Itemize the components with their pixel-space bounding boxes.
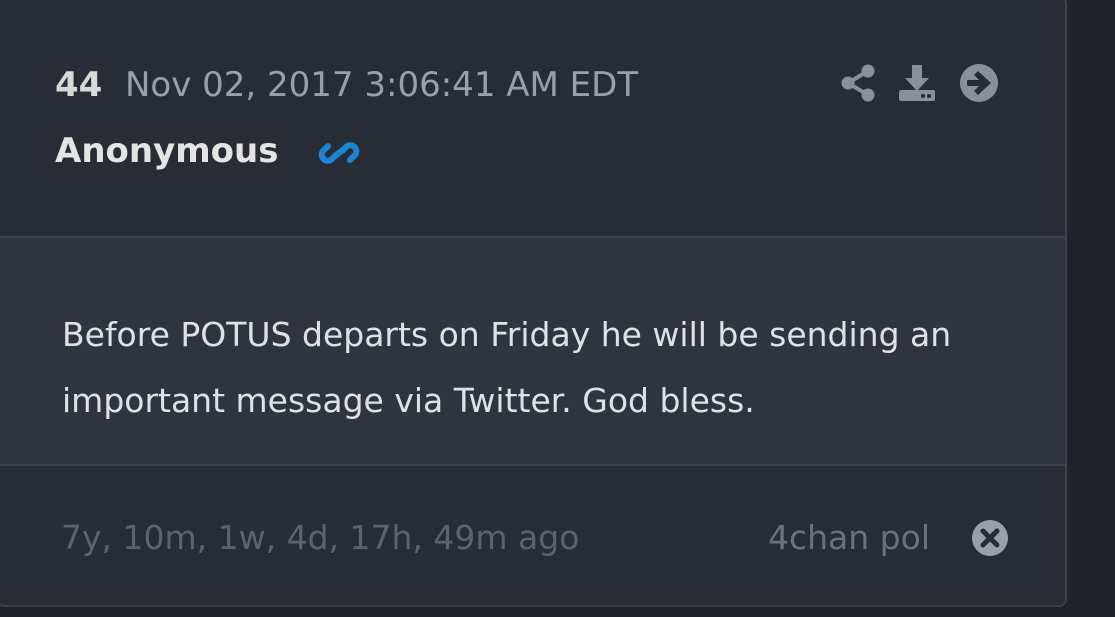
post-source: 4chan pol (768, 518, 930, 557)
post-time-ago: 7y, 10m, 1w, 4d, 17h, 49m ago (61, 518, 580, 557)
post-author: Anonymous (55, 131, 279, 171)
post-card: 44 Nov 02, 2017 3:06:41 AM EDT Anonymous (0, 0, 1067, 607)
post-message: Before POTUS departs on Friday he will b… (62, 315, 952, 420)
post-footer: 7y, 10m, 1w, 4d, 17h, 49m ago 4chan pol (0, 466, 1065, 605)
post-header: 44 Nov 02, 2017 3:06:41 AM EDT Anonymous (0, 0, 1065, 238)
close-circle-icon[interactable] (970, 518, 1010, 558)
link-icon[interactable] (318, 133, 360, 173)
share-icon[interactable] (838, 62, 880, 104)
download-icon[interactable] (896, 62, 938, 104)
post-number: 44 (55, 65, 103, 105)
post-date: Nov 02, 2017 3:06:41 AM EDT (125, 65, 639, 105)
post-body: Before POTUS departs on Friday he will b… (0, 238, 1065, 466)
arrow-circle-right-icon[interactable] (958, 62, 1000, 104)
